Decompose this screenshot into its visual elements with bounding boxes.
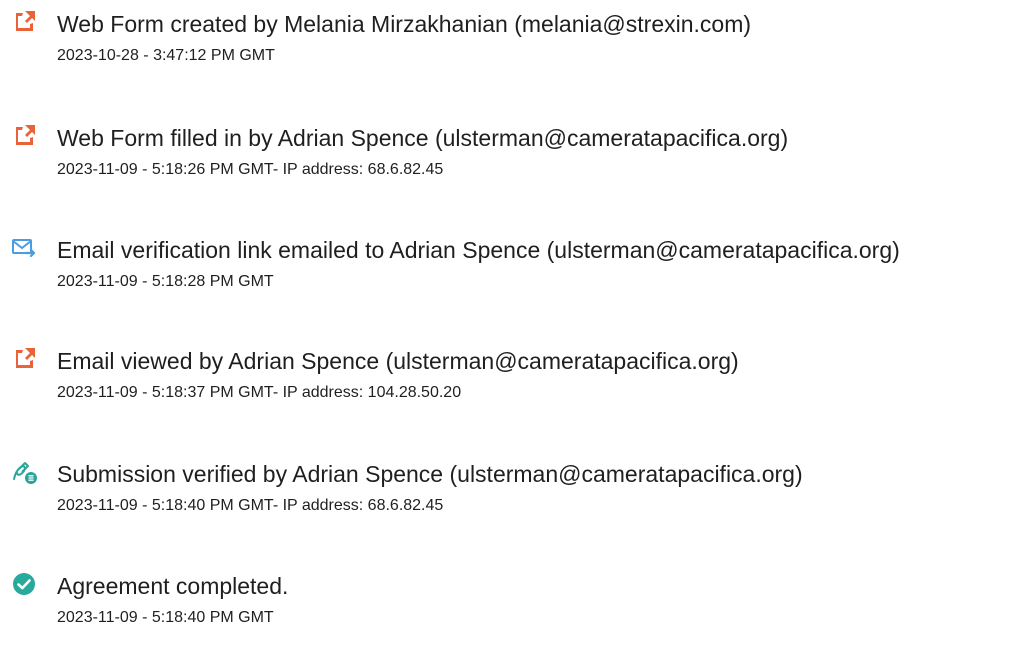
event-timestamp: 2023-11-09 - 5:18:28 PM GMT — [57, 273, 274, 290]
history-event: Email verification link emailed to Adria… — [0, 234, 1035, 314]
history-event: Submission verified by Adrian Spence (ul… — [0, 458, 1035, 538]
email-send-icon — [10, 234, 38, 262]
event-title: Web Form created by Melania Mirzakhanian… — [57, 11, 752, 37]
signature-verified-icon — [10, 458, 38, 486]
document-icon — [10, 8, 38, 36]
history-event: Email viewed by Adrian Spence (ulsterman… — [0, 345, 1035, 425]
event-timestamp: 2023-10-28 - 3:47:12 PM GMT — [57, 47, 275, 64]
check-circle-icon — [10, 570, 38, 598]
event-timestamp: 2023-11-09 - 5:18:40 PM GMT- IP address:… — [57, 497, 444, 514]
document-icon — [10, 122, 38, 150]
event-timestamp: 2023-11-09 - 5:18:40 PM GMT — [57, 609, 274, 626]
event-title: Agreement completed. — [57, 573, 289, 599]
document-icon — [10, 345, 38, 373]
event-timestamp: 2023-11-09 - 5:18:26 PM GMT- IP address:… — [57, 161, 444, 178]
event-title: Submission verified by Adrian Spence (ul… — [57, 461, 803, 487]
event-title: Web Form filled in by Adrian Spence (uls… — [57, 125, 789, 151]
event-timestamp: 2023-11-09 - 5:18:37 PM GMT- IP address:… — [57, 384, 462, 401]
history-event: Web Form created by Melania Mirzakhanian… — [0, 8, 1035, 88]
event-title: Email viewed by Adrian Spence (ulsterman… — [57, 348, 739, 374]
history-event: Web Form filled in by Adrian Spence (uls… — [0, 122, 1035, 202]
history-event: Agreement completed. 2023-11-09 - 5:18:4… — [0, 570, 1035, 650]
event-title: Email verification link emailed to Adria… — [57, 237, 900, 263]
